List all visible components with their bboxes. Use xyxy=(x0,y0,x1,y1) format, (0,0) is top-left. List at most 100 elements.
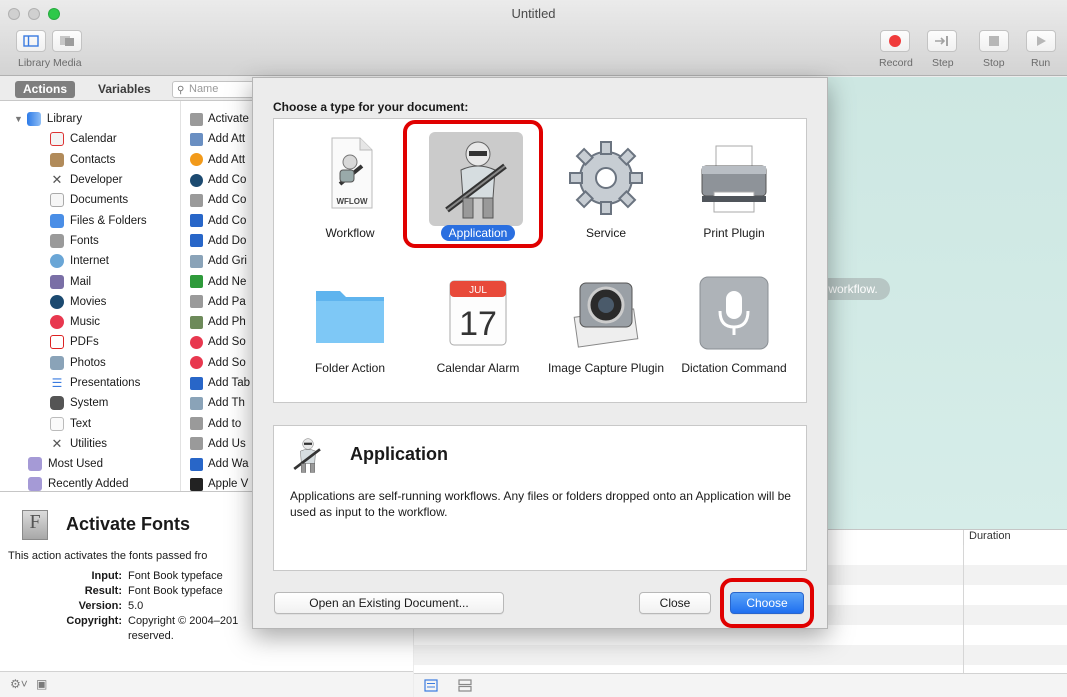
sidebar-item-pdfs[interactable]: PDFs xyxy=(0,332,178,352)
log-view-icon[interactable] xyxy=(458,679,472,692)
library-item-label: Fonts xyxy=(70,234,99,247)
sidebar-item-contacts[interactable]: Contacts xyxy=(0,150,178,170)
list-item[interactable]: Add Att xyxy=(190,150,260,170)
text-icon xyxy=(50,416,64,431)
type-service[interactable]: Service xyxy=(542,132,670,252)
tab-actions[interactable]: Actions xyxy=(15,81,76,98)
sidebar-item-most-used[interactable]: Most Used xyxy=(0,454,178,474)
list-item[interactable]: Add Th xyxy=(190,393,260,413)
action-label: Add Ph xyxy=(208,316,246,329)
list-item[interactable]: Add So xyxy=(190,332,260,352)
column-divider[interactable] xyxy=(180,101,181,491)
list-item[interactable]: Add Gri xyxy=(190,251,260,271)
type-image-capture-plugin[interactable]: Image Capture Plugin xyxy=(542,271,670,401)
list-item[interactable]: Add Pa xyxy=(190,292,260,312)
step-button[interactable] xyxy=(927,30,957,52)
developer-tools-icon: ✕ xyxy=(51,172,63,188)
description-toggle-icon[interactable]: ▣ xyxy=(36,677,47,691)
library-list: ▼ Library Calendar Contacts ✕ Developer D… xyxy=(0,109,178,495)
list-item[interactable]: Add Co xyxy=(190,210,260,230)
action-label: Add So xyxy=(208,336,246,349)
meta-key: Copyright: xyxy=(66,615,122,627)
word-icon xyxy=(190,376,203,390)
type-label: Service xyxy=(585,226,626,240)
tab-variables[interactable]: Variables xyxy=(90,81,159,98)
type-workflow[interactable]: WFLOW Workflow xyxy=(286,132,414,252)
type-folder-action[interactable]: Folder Action xyxy=(286,271,414,401)
type-label: Image Capture Plugin xyxy=(547,361,665,375)
list-item[interactable]: Add Ph xyxy=(190,312,260,332)
library-toggle-button[interactable] xyxy=(16,30,46,52)
list-item[interactable]: Add So xyxy=(190,353,260,373)
photos-icon xyxy=(50,355,64,370)
calendar-icon: JUL 17 xyxy=(449,280,507,346)
close-button[interactable]: Close xyxy=(639,592,711,614)
actions-list: Activate Add Att Add Att Add Co Add Co A… xyxy=(190,109,260,495)
action-label: Add Tab xyxy=(208,377,250,389)
sidebar-item-presentations[interactable]: ☰ Presentations xyxy=(0,373,178,393)
sidebar-item-documents[interactable]: Documents xyxy=(0,190,178,210)
sidebar-item-calendar[interactable]: Calendar xyxy=(0,129,178,149)
type-calendar-alarm[interactable]: JUL 17 Calendar Alarm xyxy=(414,271,542,401)
list-item[interactable]: Add Co xyxy=(190,190,260,210)
globe-icon xyxy=(50,254,64,269)
camera-icon xyxy=(573,282,639,348)
library-item-label: Movies xyxy=(70,295,107,308)
sidebar-item-music[interactable]: Music xyxy=(0,312,178,332)
stop-button[interactable] xyxy=(979,30,1009,52)
sidebar-item-text[interactable]: Text xyxy=(0,413,178,433)
gear-icon[interactable]: ⚙˅ xyxy=(10,677,28,691)
library-folder-icon xyxy=(26,112,41,127)
disclosure-triangle-icon[interactable]: ▼ xyxy=(14,114,23,124)
play-icon xyxy=(1037,36,1046,46)
sidebar-item-utilities[interactable]: ✕ Utilities xyxy=(0,434,178,454)
library-item-label: Internet xyxy=(70,255,109,268)
choose-highlight-box xyxy=(720,578,814,628)
detail-text: Applications are self-running workflows.… xyxy=(290,489,791,519)
word-icon xyxy=(190,214,203,228)
media-button[interactable] xyxy=(52,30,82,52)
list-view-icon[interactable] xyxy=(424,679,438,692)
sidebar-item-mail[interactable]: Mail xyxy=(0,271,178,291)
type-label: Dictation Command xyxy=(681,361,787,375)
meta-value: Font Book typeface xyxy=(128,585,223,597)
attachment-icon xyxy=(190,153,203,167)
library-root-label: Library xyxy=(46,113,83,126)
sidebar-item-files-folders[interactable]: Files & Folders xyxy=(0,210,178,230)
list-item[interactable]: Add Tab xyxy=(190,373,260,393)
action-label: Add Wa xyxy=(208,458,249,471)
open-existing-document-button[interactable]: Open an Existing Document... xyxy=(274,592,504,614)
list-item[interactable]: Add Wa xyxy=(190,454,260,474)
meta-key: Version: xyxy=(78,600,122,612)
search-input[interactable]: ⚲ Name xyxy=(172,81,262,98)
quicktime-icon xyxy=(50,294,64,309)
record-button[interactable] xyxy=(880,30,910,52)
run-label: Run xyxy=(1031,57,1051,69)
sidebar-item-photos[interactable]: Photos xyxy=(0,353,178,373)
sidebar-item-internet[interactable]: Internet xyxy=(0,251,178,271)
list-item[interactable]: Add Us xyxy=(190,434,260,454)
sidebar-item-fonts[interactable]: Fonts xyxy=(0,231,178,251)
library-item-label: PDFs xyxy=(70,336,99,349)
sidebar-item-system[interactable]: System xyxy=(0,393,178,413)
microphone-icon xyxy=(699,276,769,350)
library-item-label: Presentations xyxy=(70,377,141,389)
list-item[interactable]: Add to xyxy=(190,413,260,433)
list-item[interactable]: Add Att xyxy=(190,129,260,149)
type-print-plugin[interactable]: Print Plugin xyxy=(670,132,798,252)
library-root[interactable]: ▼ Library xyxy=(0,109,178,129)
search-icon: ⚲ xyxy=(177,85,185,96)
record-icon xyxy=(889,35,901,47)
list-item[interactable]: Add Co xyxy=(190,170,260,190)
type-dictation-command[interactable]: Dictation Command xyxy=(670,271,798,401)
sidebar-item-developer[interactable]: ✕ Developer xyxy=(0,170,178,190)
run-button[interactable] xyxy=(1026,30,1056,52)
list-item[interactable]: Add Do xyxy=(190,231,260,251)
list-item[interactable]: Activate xyxy=(190,109,260,129)
type-label: Workflow xyxy=(325,226,375,240)
pdf-icon xyxy=(50,335,64,350)
sidebar-item-movies[interactable]: Movies xyxy=(0,292,178,312)
duration-column-header[interactable]: Duration xyxy=(963,530,1067,545)
list-item[interactable]: Add Ne xyxy=(190,271,260,291)
automator-icon xyxy=(190,193,203,207)
